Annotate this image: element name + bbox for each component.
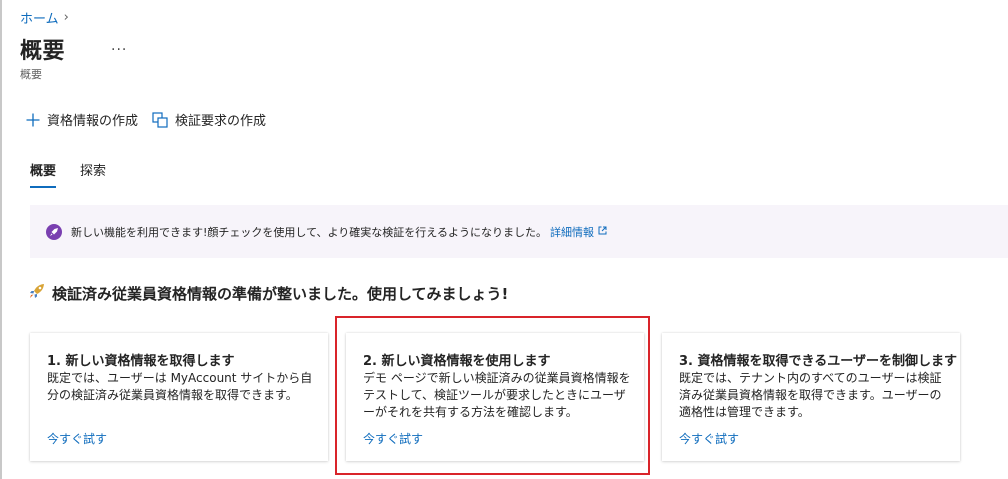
page-title: 概要 [20,39,66,64]
create-verification-request-button[interactable]: 検証要求の作成 [152,110,266,129]
breadcrumb: ホーム › [20,8,69,27]
card-title: 1. 新しい資格情報を取得します [47,354,235,369]
try-now-link[interactable]: 今すぐ試す [679,430,739,447]
rocket-icon [28,282,46,304]
card-description: 既定では、ユーザーは MyAccount サイトから自分の検証済み従業員資格情報… [47,371,313,402]
plus-icon [26,113,40,127]
info-banner: 新しい機能を利用できます!顔チェックを使用して、より確実な検証を行えるようになり… [30,205,1008,258]
title-row: 概要 ··· [20,33,127,65]
card-control-users: 3. 資格情報を取得できるユーザーを制御します 既定では、テナント内のすべてのユ… [662,333,960,461]
try-now-link[interactable]: 今すぐ試す [47,430,107,447]
card-get-credential: 1. 新しい資格情報を取得します 既定では、ユーザーは MyAccount サイ… [30,333,328,461]
tab-overview[interactable]: 概要 [30,160,57,188]
breadcrumb-home-link[interactable]: ホーム [20,8,59,27]
command-bar: 資格情報の作成 検証要求の作成 [26,110,280,129]
tab-explore[interactable]: 探索 [80,160,106,188]
page-subtitle: 概要 [20,68,42,81]
left-border [0,0,2,479]
chevron-right-icon: › [63,10,69,25]
rocket-icon [46,223,62,240]
learn-more-link[interactable]: 詳細情報 [550,224,607,240]
card-description: 既定では、テナント内のすべてのユーザーは検証済み従業員資格情報を取得できます。ユ… [679,371,942,419]
section-heading-text: 検証済み従業員資格情報の準備が整いました。使用してみましょう! [52,284,509,303]
tab-bar: 概要 探索 [30,160,130,188]
section-heading: 検証済み従業員資格情報の準備が整いました。使用してみましょう! [28,282,508,304]
create-credential-label: 資格情報の作成 [47,114,139,129]
banner-text: 新しい機能を利用できます!顔チェックを使用して、より確実な検証を行えるようになり… [71,225,547,239]
copy-icon [152,111,168,128]
more-options-icon[interactable]: ··· [111,42,127,58]
create-verification-request-label: 検証要求の作成 [175,114,267,129]
external-link-icon [598,225,607,238]
highlight-box [335,316,650,475]
learn-more-label: 詳細情報 [549,225,594,239]
card-title: 3. 資格情報を取得できるユーザーを制御します [679,354,957,369]
create-credential-button[interactable]: 資格情報の作成 [26,110,138,129]
